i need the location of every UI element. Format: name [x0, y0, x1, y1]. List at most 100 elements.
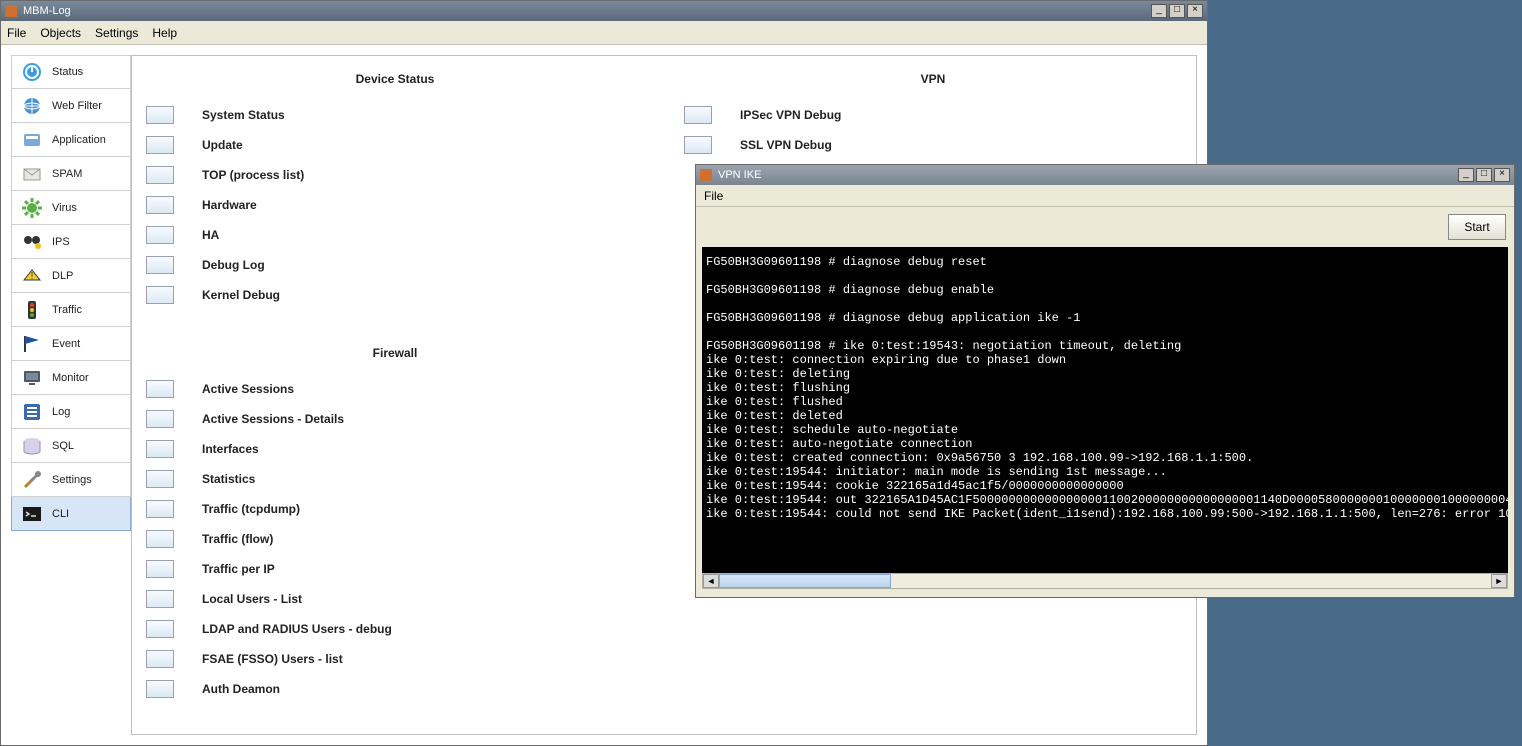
scroll-track[interactable] [719, 574, 1491, 588]
firewall-option: Statistics [146, 464, 644, 494]
traffic-light-icon [18, 297, 46, 323]
vpn-titlebar[interactable]: VPN IKE _ □ × [696, 165, 1514, 185]
terminal-icon [18, 501, 46, 527]
firewall-button-1[interactable] [146, 410, 174, 428]
device-status-label: System Status [202, 108, 285, 122]
menu-settings[interactable]: Settings [95, 26, 138, 40]
firewall-button-2[interactable] [146, 440, 174, 458]
close-button[interactable]: × [1187, 4, 1203, 18]
power-icon [18, 59, 46, 85]
vpn-label: SSL VPN Debug [740, 138, 832, 152]
app-icon [5, 5, 17, 17]
device-status-option: HA [146, 220, 644, 250]
sql-icon [18, 433, 46, 459]
device-status-label: Update [202, 138, 243, 152]
device-status-option: System Status [146, 100, 644, 130]
firewall-option: Auth Deamon [146, 674, 644, 704]
vpn-maximize-button[interactable]: □ [1476, 168, 1492, 182]
firewall-button-8[interactable] [146, 620, 174, 638]
scroll-left-arrow[interactable]: ◄ [703, 574, 719, 588]
start-button[interactable]: Start [1448, 214, 1506, 240]
ips-icon [18, 229, 46, 255]
firewall-button-10[interactable] [146, 680, 174, 698]
firewall-label: FSAE (FSSO) Users - list [202, 652, 343, 666]
sidebar-item-virus[interactable]: Virus [11, 191, 131, 225]
vpn-option: IPSec VPN Debug [684, 100, 1182, 130]
firewall-option: Traffic per IP [146, 554, 644, 584]
sidebar-item-label: Traffic [52, 304, 124, 316]
vpn-minimize-button[interactable]: _ [1458, 168, 1474, 182]
firewall-button-4[interactable] [146, 500, 174, 518]
menu-file[interactable]: File [7, 26, 26, 40]
sidebar-item-event[interactable]: Event [11, 327, 131, 361]
firewall-label: Traffic per IP [202, 562, 275, 576]
vpn-toolbar: Start [696, 207, 1514, 247]
device-status-button-1[interactable] [146, 136, 174, 154]
firewall-heading: Firewall [146, 346, 644, 360]
sidebar-item-spam[interactable]: SPAM [11, 157, 131, 191]
firewall-button-9[interactable] [146, 650, 174, 668]
firewall-label: Local Users - List [202, 592, 302, 606]
firewall-label: Traffic (flow) [202, 532, 273, 546]
firewall-option: LDAP and RADIUS Users - debug [146, 614, 644, 644]
sidebar-item-settings[interactable]: Settings [11, 463, 131, 497]
sidebar-item-label: Log [52, 406, 124, 418]
sidebar-item-label: Monitor [52, 372, 124, 384]
device-status-option: Update [146, 130, 644, 160]
firewall-button-6[interactable] [146, 560, 174, 578]
firewall-button-3[interactable] [146, 470, 174, 488]
terminal-output[interactable]: FG50BH3G09601198 # diagnose debug reset … [702, 247, 1508, 573]
vpn-button-0[interactable] [684, 106, 712, 124]
svg-text:!: ! [31, 271, 34, 282]
sidebar-item-sql[interactable]: SQL [11, 429, 131, 463]
menu-objects[interactable]: Objects [40, 26, 81, 40]
sidebar-item-label: Event [52, 338, 124, 350]
minimize-button[interactable]: _ [1151, 4, 1167, 18]
device-status-button-4[interactable] [146, 226, 174, 244]
sidebar-item-monitor[interactable]: Monitor [11, 361, 131, 395]
firewall-button-0[interactable] [146, 380, 174, 398]
vpn-button-1[interactable] [684, 136, 712, 154]
main-menubar: File Objects Settings Help [1, 21, 1207, 45]
sidebar-item-web-filter[interactable]: Web Filter [11, 89, 131, 123]
left-column: Device Status System StatusUpdateTOP (pr… [146, 68, 644, 722]
tools-icon [18, 467, 46, 493]
device-status-button-0[interactable] [146, 106, 174, 124]
main-titlebar[interactable]: MBM-Log _ □ × [1, 1, 1207, 21]
device-status-label: Kernel Debug [202, 288, 280, 302]
vpn-ike-window: VPN IKE _ □ × File Start FG50BH3G0960119… [695, 164, 1515, 598]
vpn-heading: VPN [684, 72, 1182, 86]
vpn-menu-file[interactable]: File [704, 189, 723, 203]
sidebar-item-status[interactable]: Status [11, 55, 131, 89]
firewall-option: Traffic (flow) [146, 524, 644, 554]
sidebar-item-dlp[interactable]: !DLP [11, 259, 131, 293]
sidebar-item-label: Settings [52, 474, 124, 486]
maximize-button[interactable]: □ [1169, 4, 1185, 18]
scroll-right-arrow[interactable]: ► [1491, 574, 1507, 588]
flag-icon [18, 331, 46, 357]
device-status-button-2[interactable] [146, 166, 174, 184]
sidebar-item-application[interactable]: Application [11, 123, 131, 157]
firewall-button-7[interactable] [146, 590, 174, 608]
sidebar-item-cli[interactable]: CLI [11, 497, 131, 531]
device-status-button-3[interactable] [146, 196, 174, 214]
sidebar-item-log[interactable]: Log [11, 395, 131, 429]
menu-help[interactable]: Help [152, 26, 177, 40]
firewall-label: Interfaces [202, 442, 259, 456]
vpn-close-button[interactable]: × [1494, 168, 1510, 182]
scroll-thumb[interactable] [719, 574, 891, 588]
sidebar-item-label: SPAM [52, 168, 124, 180]
device-status-option: Kernel Debug [146, 280, 644, 310]
log-icon [18, 399, 46, 425]
terminal-hscrollbar[interactable]: ◄ ► [702, 573, 1508, 589]
sidebar-item-traffic[interactable]: Traffic [11, 293, 131, 327]
sidebar-item-ips[interactable]: IPS [11, 225, 131, 259]
firewall-button-5[interactable] [146, 530, 174, 548]
device-status-label: HA [202, 228, 219, 242]
globe-icon [18, 93, 46, 119]
device-status-button-6[interactable] [146, 286, 174, 304]
sidebar-item-label: Web Filter [52, 100, 124, 112]
device-status-label: Debug Log [202, 258, 265, 272]
sidebar-item-label: Virus [52, 202, 124, 214]
device-status-button-5[interactable] [146, 256, 174, 274]
